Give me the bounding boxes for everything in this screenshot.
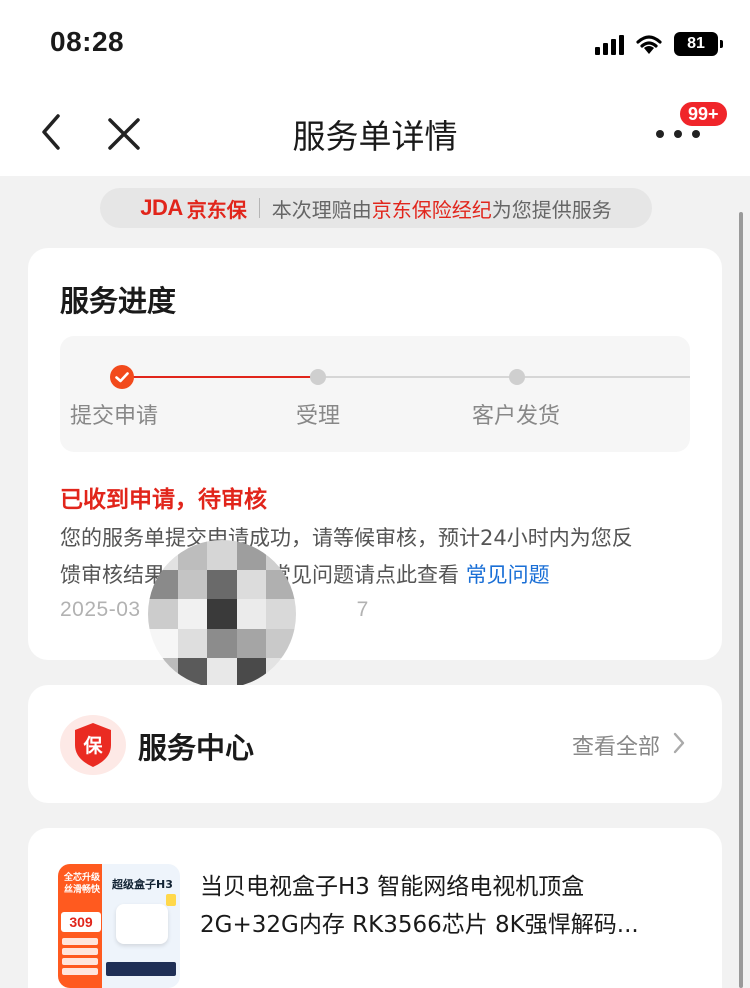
progress-track-active (122, 376, 318, 378)
step-label-ship: 客户发货 (472, 404, 561, 429)
step-label-submit: 提交申请 (70, 404, 159, 429)
status-icons: 81 (595, 30, 723, 58)
jda-logo: JDA (140, 195, 183, 220)
service-center-title: 服务中心 (138, 731, 255, 765)
banner-divider (258, 198, 260, 218)
product-title-line2: 2G+32G内存 RK3566芯片 8K强悍解码... (200, 912, 639, 938)
product-image-tag: 全芯升级 丝滑畅快 (60, 872, 104, 896)
banner-text-before: 本次理赔由 (271, 197, 372, 222)
product-image-tag-line2: 丝滑畅快 (63, 885, 100, 895)
product-card[interactable]: 全芯升级 丝滑畅快 309 超级盒子H3 当贝电视盒子H3 智能网络电视机顶盒 … (28, 828, 722, 988)
chevron-right-icon (673, 732, 685, 754)
scrollbar[interactable] (739, 212, 743, 988)
step-dot-ship (509, 369, 525, 385)
privacy-mosaic (148, 540, 296, 688)
view-all-link[interactable]: 查看全部 (572, 729, 660, 761)
step-done-check-icon (110, 365, 134, 389)
progress-track-inactive (318, 376, 690, 378)
banner-text-after: 为您提供服务 (491, 197, 612, 222)
service-center-card[interactable]: 保 服务中心 查看全部 (28, 685, 722, 803)
shield-char: 保 (83, 735, 103, 757)
step-dot-accept (310, 369, 326, 385)
service-progress-card: 服务进度 提交申请 受理 客户发货 已收到申请，待审核 您的服务单提交申请成功，… (28, 248, 722, 688)
status-desc-line1: 您的服务单提交申请成功，请等候审核，预计24小时内为您反 (60, 526, 633, 550)
status-title: 已收到申请，待审核 (60, 487, 267, 513)
wifi-icon (636, 35, 662, 54)
product-image-name: 超级盒子H3 (112, 878, 173, 891)
nav-bar: 服务单详情 99+ (0, 88, 750, 176)
cellular-signal-icon (595, 33, 624, 55)
insurance-banner: JDA 京东保 本次理赔由 京东保险经纪 为您提供服务 (100, 188, 652, 228)
battery-icon: 81 (674, 32, 723, 56)
tv-box-illustration (116, 904, 168, 944)
step-label-accept: 受理 (296, 404, 341, 429)
product-title[interactable]: 当贝电视盒子H3 智能网络电视机顶盒 2G+32G内存 RK3566芯片 8K强… (200, 868, 700, 944)
banner-highlight: 京东保险经纪 (371, 197, 492, 222)
page-title: 服务单详情 (292, 117, 458, 156)
submit-date-start: 2025-03 (60, 598, 141, 621)
progress-section-title: 服务进度 (60, 284, 177, 318)
product-image-price: 309 (61, 912, 101, 932)
status-time: 08:28 (50, 26, 125, 57)
product-title-line1: 当贝电视盒子H3 智能网络电视机顶盒 (200, 874, 585, 900)
progress-tracker: 提交申请 受理 客户发货 (60, 336, 690, 452)
message-badge: 99+ (678, 100, 729, 128)
jda-logo-cn: 京东保 (186, 197, 247, 222)
status-bar: 08:28 81 (0, 0, 750, 88)
faq-link[interactable]: 常见问题 (466, 563, 550, 587)
product-image-tag-line1: 全芯升级 (63, 873, 100, 883)
more-icon[interactable] (652, 126, 704, 142)
submit-date-end: 7 (356, 598, 369, 621)
shield-icon: 保 (60, 715, 126, 775)
product-image[interactable]: 全芯升级 丝滑畅快 309 超级盒子H3 (58, 864, 180, 988)
